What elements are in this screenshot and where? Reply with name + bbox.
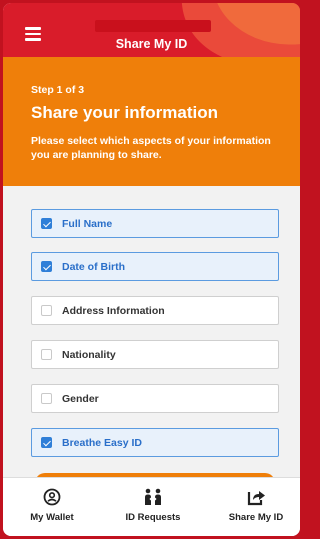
nav-share-my-id[interactable]: Share My ID xyxy=(211,488,300,523)
checkbox[interactable] xyxy=(41,218,52,229)
option-label: Nationality xyxy=(62,349,116,361)
page-title: Share your information xyxy=(31,103,219,122)
checkbox[interactable] xyxy=(41,305,52,316)
share-icon xyxy=(247,491,265,506)
option-label: Date of Birth xyxy=(62,261,125,273)
option-breathe-easy-id[interactable]: Breathe Easy ID xyxy=(31,428,279,457)
id-requests-icon xyxy=(145,488,161,505)
app-title: Share My ID xyxy=(115,37,188,51)
checkbox[interactable] xyxy=(41,349,52,360)
nav-my-wallet[interactable]: My Wallet xyxy=(7,488,97,523)
page-description: Please select which aspects of your info… xyxy=(31,135,271,161)
nav-id-requests[interactable]: ID Requests xyxy=(108,488,198,523)
option-gender[interactable]: Gender xyxy=(31,384,279,413)
step-hero-banner: Step 1 of 3 Share your information Pleas… xyxy=(3,57,300,186)
phone-screen: Share My ID Step 1 of 3 Share your infor… xyxy=(3,3,300,536)
nav-label: ID Requests xyxy=(125,512,181,523)
option-full-name[interactable]: Full Name xyxy=(31,209,279,238)
checkbox[interactable] xyxy=(41,393,52,404)
nav-label: Share My ID xyxy=(228,512,284,523)
option-nationality[interactable]: Nationality xyxy=(31,340,279,369)
wallet-user-icon xyxy=(43,488,61,506)
option-label: Full Name xyxy=(62,218,113,230)
checkbox[interactable] xyxy=(41,261,52,272)
top-app-bar: Share My ID xyxy=(3,3,300,57)
option-address-information[interactable]: Address Information xyxy=(31,296,279,325)
option-label: Gender xyxy=(62,393,99,405)
step-indicator: Step 1 of 3 xyxy=(31,84,85,96)
option-label: Address Information xyxy=(62,305,165,317)
checkbox[interactable] xyxy=(41,437,52,448)
nav-label: My Wallet xyxy=(30,512,74,523)
option-date-of-birth[interactable]: Date of Birth xyxy=(31,252,279,281)
status-area xyxy=(95,20,211,32)
option-label: Breathe Easy ID xyxy=(62,437,142,449)
bottom-navigation: My Wallet ID Requests Share My ID xyxy=(3,477,300,536)
